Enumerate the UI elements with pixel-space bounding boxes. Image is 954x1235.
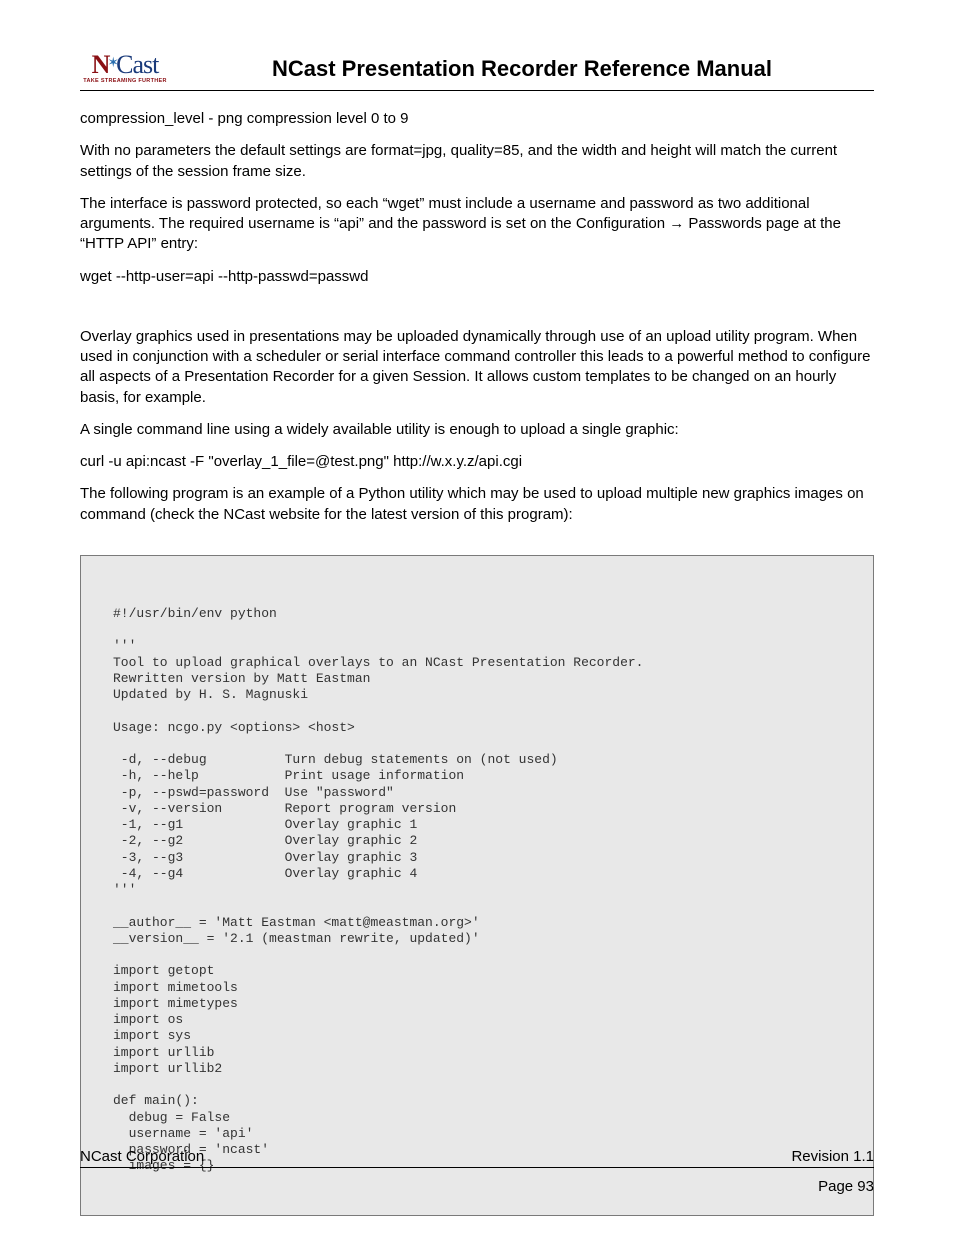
paragraph-password: The interface is password protected, so … xyxy=(80,194,874,255)
paragraph-defaults: With no parameters the default settings … xyxy=(80,141,874,182)
logo-cast-word: Cast xyxy=(116,50,158,79)
document-page: N✶Cast TAKE STREAMING FURTHER NCast Pres… xyxy=(0,0,954,1235)
page-footer: NCast Corporation Revision 1.1 Page 93 xyxy=(80,1148,874,1195)
footer-revision: Revision 1.1 xyxy=(791,1148,874,1165)
content-body: compression_level - png compression leve… xyxy=(80,109,874,1216)
ncast-logo: N✶Cast TAKE STREAMING FURTHER xyxy=(80,50,170,84)
footer-company: NCast Corporation xyxy=(80,1148,204,1165)
footer-row: NCast Corporation Revision 1.1 xyxy=(80,1148,874,1168)
paragraph-overlay-intro: Overlay graphics used in presentations m… xyxy=(80,327,874,408)
paragraph-python-intro: The following program is an example of a… xyxy=(80,484,874,525)
curl-command: curl -u api:ncast -F "overlay_1_file=@te… xyxy=(80,452,874,472)
document-title: NCast Presentation Recorder Reference Ma… xyxy=(170,56,874,84)
logo-star-icon: ✶ xyxy=(107,55,118,72)
page-header: N✶Cast TAKE STREAMING FURTHER NCast Pres… xyxy=(80,50,874,91)
page-number: Page 93 xyxy=(80,1178,874,1195)
wget-command: wget --http-user=api --http-passwd=passw… xyxy=(80,267,874,287)
paragraph-single-cmd: A single command line using a widely ava… xyxy=(80,420,874,440)
param-compression-level: compression_level - png compression leve… xyxy=(80,109,874,129)
logo-wordmark: N✶Cast xyxy=(92,50,159,80)
logo-tagline: TAKE STREAMING FURTHER xyxy=(83,78,167,84)
python-code-block: #!/usr/bin/env python ''' Tool to upload… xyxy=(80,555,874,1216)
